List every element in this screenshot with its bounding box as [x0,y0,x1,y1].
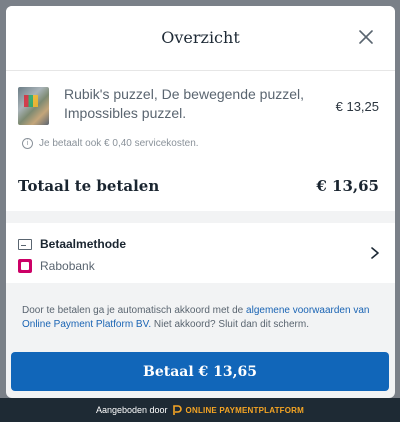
terms-suffix: Niet akkoord? Sluit dan dit scherm. [151,319,309,330]
product-name: Rubik's puzzel, De bewegende puzzel, Imp… [64,86,305,121]
modal-header: Overzicht [6,6,395,71]
ideal-icon [18,259,32,273]
opp-logo-icon [172,405,182,415]
terms-prefix: Door te betalen ga je automatisch akkoor… [22,305,247,316]
info-icon: i [22,138,33,149]
payment-method-label: Betaalmethode [40,237,127,251]
total-amount: € 13,65 [316,177,379,195]
total-label: Totaal te betalen [18,177,160,195]
chevron-right-icon[interactable] [369,245,381,261]
payment-method-header: Betaalmethode [18,237,126,251]
service-cost-note: i Je betaalt ook € 0,40 servicekosten. [22,138,199,149]
bank-name: Rabobank [40,259,95,273]
product-price: € 13,25 [335,99,379,114]
card-icon [18,238,32,250]
product-thumbnail [18,87,49,125]
service-cost-text: Je betaalt ook € 0,40 servicekosten. [39,138,199,149]
close-button[interactable] [355,26,377,48]
selected-bank: Rabobank [18,259,95,273]
close-icon [359,30,373,44]
pay-button[interactable]: Betaal € 13,65 [11,352,389,391]
payment-method-selector[interactable]: Betaalmethode Rabobank [6,223,395,283]
offered-by-text: Aangeboden door [95,405,168,415]
brand-name: ONLINE PAYMENTPLATFORM [185,405,305,415]
total-row: Totaal te betalen € 13,65 [18,177,379,195]
payment-overview-modal: Overzicht Rubik's puzzel, De bewegende p… [6,6,395,398]
terms-text: Door te betalen ga je automatisch akkoor… [22,304,379,332]
section-divider [6,211,395,223]
modal-title: Overzicht [161,28,240,47]
footer: Aangeboden door ONLINE PAYMENTPLATFORM [0,398,400,422]
